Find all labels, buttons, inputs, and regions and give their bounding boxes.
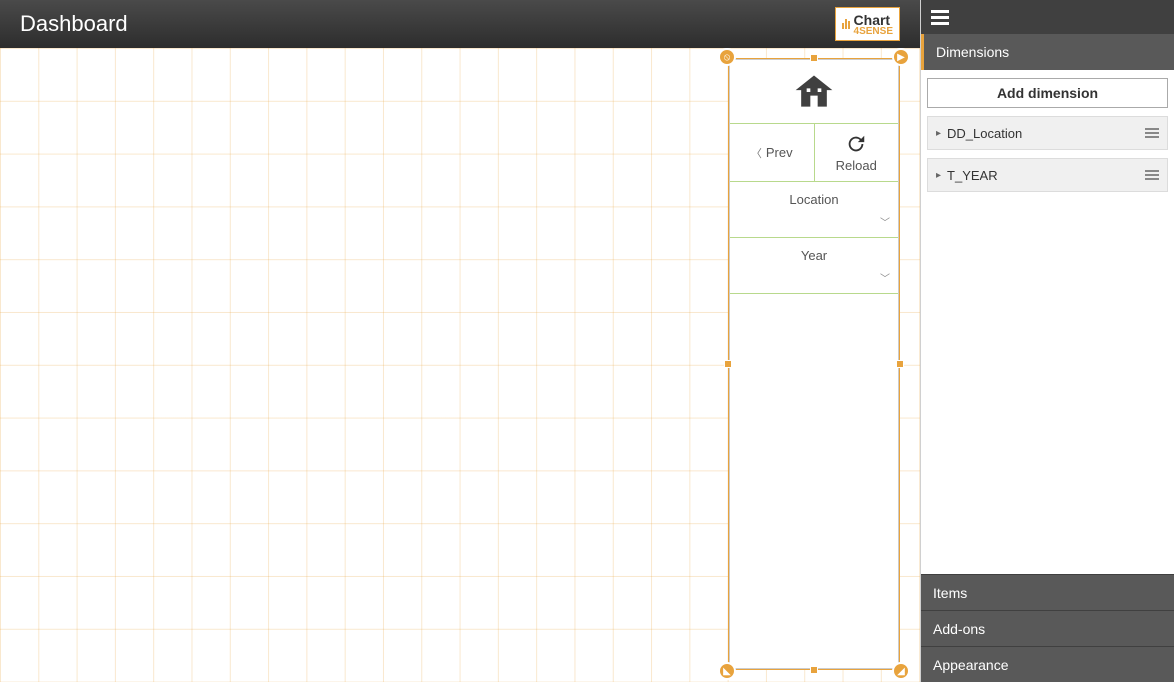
filter-location[interactable]: Location ﹀ <box>730 182 898 238</box>
properties-panel: Dimensions Add dimension ▸ DD_Location ▸… <box>920 0 1174 682</box>
add-dimension-label: Add dimension <box>997 85 1098 101</box>
section-appearance[interactable]: Appearance <box>921 646 1174 682</box>
filter-location-label: Location <box>789 192 838 207</box>
chevron-left-icon: 〈 <box>751 145 762 161</box>
reload-label: Reload <box>836 158 877 173</box>
brand-logo: Chart 4SENSE <box>835 7 900 41</box>
prev-label: Prev <box>766 145 793 160</box>
menu-icon[interactable] <box>931 10 949 25</box>
page-title: Dashboard <box>20 11 128 37</box>
chevron-down-icon: ﹀ <box>880 214 890 229</box>
resize-handle-br[interactable]: ◢ <box>892 662 910 680</box>
dimension-item[interactable]: ▸ T_YEAR <box>927 158 1168 192</box>
selected-widget[interactable]: 〈 Prev Reload Location ﹀ <box>728 58 900 670</box>
resize-handle-top[interactable] <box>810 54 818 62</box>
panel-topbar <box>921 0 1174 34</box>
section-addons[interactable]: Add-ons <box>921 610 1174 646</box>
resize-handle-bottom[interactable] <box>810 666 818 674</box>
resize-handle-bl[interactable]: ◣ <box>718 662 736 680</box>
reload-button[interactable]: Reload <box>814 124 899 181</box>
section-appearance-label: Appearance <box>933 657 1009 673</box>
resize-handle-tr[interactable]: ▶ <box>892 48 910 66</box>
section-dimensions[interactable]: Dimensions <box>921 34 1174 70</box>
reload-icon <box>845 133 867 155</box>
app-header: Dashboard Chart 4SENSE <box>0 0 920 48</box>
prev-button[interactable]: 〈 Prev <box>730 124 814 181</box>
expand-icon: ▸ <box>936 128 941 139</box>
filter-year-label: Year <box>801 248 827 263</box>
resize-handle-tl[interactable]: ⦸ <box>718 48 736 66</box>
dimensions-body: Add dimension ▸ DD_Location ▸ T_YEAR <box>921 70 1174 574</box>
drag-handle-icon[interactable] <box>1145 128 1159 138</box>
add-dimension-button[interactable]: Add dimension <box>927 78 1168 108</box>
dimension-name: DD_Location <box>947 126 1022 141</box>
section-items[interactable]: Items <box>921 574 1174 610</box>
panel-footer: Items Add-ons Appearance <box>921 574 1174 682</box>
filter-year[interactable]: Year ﹀ <box>730 238 898 294</box>
section-items-label: Items <box>933 585 967 601</box>
sheet-grid-area[interactable]: 〈 Prev Reload Location ﹀ <box>0 48 920 682</box>
logo-sub-text: 4SENSE <box>854 28 893 36</box>
resize-handle-right[interactable] <box>896 360 904 368</box>
widget-body: 〈 Prev Reload Location ﹀ <box>729 59 899 669</box>
logo-bars-icon <box>842 19 850 29</box>
section-addons-label: Add-ons <box>933 621 985 637</box>
expand-icon: ▸ <box>936 170 941 181</box>
resize-handle-left[interactable] <box>724 360 732 368</box>
chevron-down-icon: ﹀ <box>880 270 890 285</box>
section-dimensions-label: Dimensions <box>936 44 1009 60</box>
dimension-name: T_YEAR <box>947 168 998 183</box>
home-icon <box>792 70 836 114</box>
drag-handle-icon[interactable] <box>1145 170 1159 180</box>
dimension-item[interactable]: ▸ DD_Location <box>927 116 1168 150</box>
main-canvas: Dashboard Chart 4SENSE <box>0 0 920 682</box>
widget-action-row: 〈 Prev Reload <box>730 124 898 182</box>
widget-home-row[interactable] <box>730 60 898 124</box>
